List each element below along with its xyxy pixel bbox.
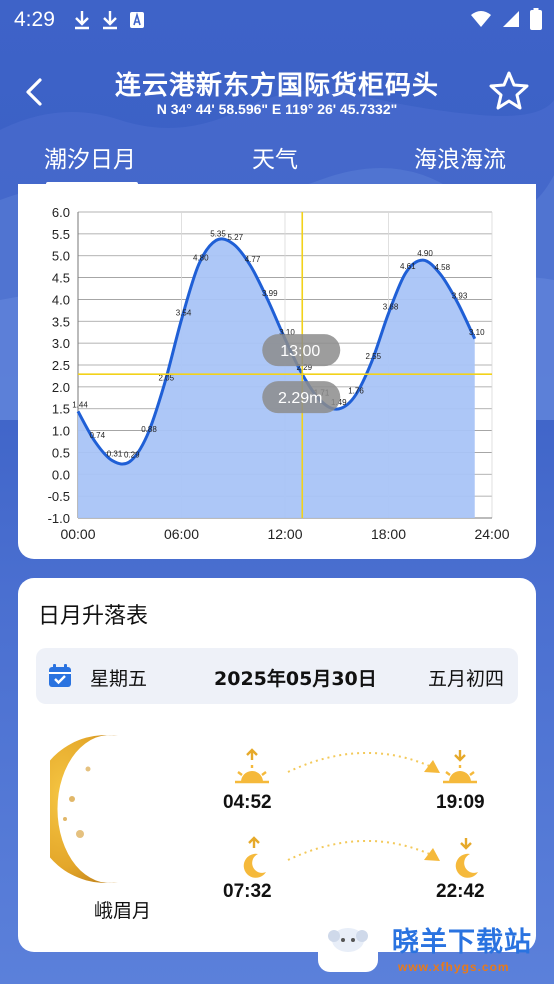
x-tick-label: 18:00 xyxy=(371,526,406,542)
calendar-icon xyxy=(49,664,71,687)
y-tick-label: -0.5 xyxy=(48,489,70,504)
data-point-label: 3.68 xyxy=(383,302,399,311)
data-point-label: 2.55 xyxy=(365,352,381,361)
data-point-label: 0.88 xyxy=(141,425,157,434)
data-point-label: 4.80 xyxy=(193,253,209,262)
tide-chart-card: 6.0 5.5 5.0 4.5 4.0 3.5 3.0 2.5 2.0 1.5 1.0 0.5 0.0 -… xyxy=(18,184,536,559)
data-point-label: 3.54 xyxy=(176,309,192,318)
weekday: 星期五 xyxy=(90,668,148,690)
favorite-star-button[interactable] xyxy=(488,70,530,112)
y-tick-label: 2.0 xyxy=(52,380,70,395)
data-point-label: 4.58 xyxy=(434,263,450,272)
y-tick-label: 5.5 xyxy=(52,227,70,242)
data-point-label: 2.05 xyxy=(158,374,174,383)
moon-path-arc xyxy=(287,839,440,861)
data-point-label: 3.10 xyxy=(469,328,485,337)
download-icon xyxy=(102,11,117,30)
x-tick-label: 00:00 xyxy=(60,526,95,542)
sun-path-arc xyxy=(287,751,440,773)
x-tick-label: 06:00 xyxy=(164,526,199,542)
tide-area-fill xyxy=(78,238,475,518)
lunar-date: 五月初四 xyxy=(427,668,504,690)
y-tick-label: 4.5 xyxy=(52,271,70,286)
date: 2025年05月30日 xyxy=(214,668,377,690)
moonrise-time: 07:32 xyxy=(223,881,272,902)
data-point-label: 5.27 xyxy=(227,233,243,242)
moonset-icon xyxy=(455,838,478,878)
sheep-logo-icon xyxy=(328,928,368,952)
tab-tide-sun-moon[interactable]: 潮汐日月 xyxy=(44,140,136,174)
data-point-label: 1.44 xyxy=(72,400,88,409)
wifi-icon xyxy=(471,11,491,27)
data-point-label: 3.99 xyxy=(262,289,278,298)
data-point-label: 3.93 xyxy=(452,291,468,300)
y-tick-label: 1.0 xyxy=(52,424,70,439)
sun-moon-card: 日月升落表 星期五 2025年05月30日 五月初四 峨眉月 04:52 19:… xyxy=(18,578,536,952)
status-time: 4:29 xyxy=(14,8,55,31)
tab-waves-currents[interactable]: 海浪海流 xyxy=(414,140,506,174)
data-point-label: 5.35 xyxy=(210,229,226,238)
data-point-label: 4.61 xyxy=(400,262,416,271)
watermark-text: 晓羊下载站 xyxy=(392,927,532,958)
y-tick-label: 4.0 xyxy=(52,292,70,307)
y-tick-label: 0.0 xyxy=(52,467,70,482)
y-tick-label: 3.5 xyxy=(52,314,70,329)
section-title: 日月升落表 xyxy=(38,604,149,629)
watermark-url: www.xfhygs.com xyxy=(398,960,510,974)
download-icon xyxy=(74,11,89,30)
data-point-label: 0.31 xyxy=(107,450,123,459)
status-bar: 4:29 xyxy=(0,0,554,40)
tide-chart[interactable]: 6.0 5.5 5.0 4.5 4.0 3.5 3.0 2.5 2.0 1.5 1.0 0.5 0.0 -… xyxy=(18,184,536,559)
x-tick-label: 24:00 xyxy=(474,526,509,542)
crosshair-time-label: 13:00 xyxy=(280,343,320,360)
y-tick-label: 6.0 xyxy=(52,205,70,220)
data-point-label: 4.90 xyxy=(417,249,433,258)
moon-phase-label: 峨眉月 xyxy=(94,900,152,922)
y-tick-label: -1.0 xyxy=(48,511,70,526)
data-point-label: 0.74 xyxy=(89,431,105,440)
y-tick-label: 1.5 xyxy=(52,402,70,417)
date-row[interactable]: 星期五 2025年05月30日 五月初四 xyxy=(36,648,518,704)
app-notification-icon xyxy=(129,12,144,28)
data-point-label: 4.77 xyxy=(245,255,261,264)
sunrise-time: 04:52 xyxy=(223,792,272,813)
sunset-icon xyxy=(443,750,477,784)
tab-weather[interactable]: 天气 xyxy=(252,140,298,174)
y-tick-label: 3.0 xyxy=(52,336,70,351)
x-tick-label: 12:00 xyxy=(267,526,302,542)
moonrise-icon xyxy=(243,836,266,878)
data-point-label: 0.29 xyxy=(124,451,140,460)
battery-icon xyxy=(530,8,542,30)
moonset-time: 22:42 xyxy=(436,881,485,902)
page-title: 连云港新东方国际货柜码头 xyxy=(114,71,439,101)
y-tick-label: 0.5 xyxy=(52,445,70,460)
coordinates: N 34° 44' 58.596" E 119° 26' 45.7332" xyxy=(156,101,398,117)
header: 连云港新东方国际货柜码头 N 34° 44' 58.596" E 119° 26… xyxy=(0,60,554,130)
watermark-logo xyxy=(318,912,378,972)
sunrise-icon xyxy=(235,748,269,784)
y-tick-label: 2.5 xyxy=(52,358,70,373)
tab-bar: 潮汐日月 天气 海浪海流 xyxy=(0,138,554,188)
data-point-label: 1.76 xyxy=(348,386,364,395)
crosshair-value-label: 2.29m xyxy=(278,390,322,407)
y-tick-label: 5.0 xyxy=(52,249,70,264)
signal-icon xyxy=(503,11,519,27)
moon-phase-icon xyxy=(50,735,118,883)
sunset-time: 19:09 xyxy=(436,792,485,813)
